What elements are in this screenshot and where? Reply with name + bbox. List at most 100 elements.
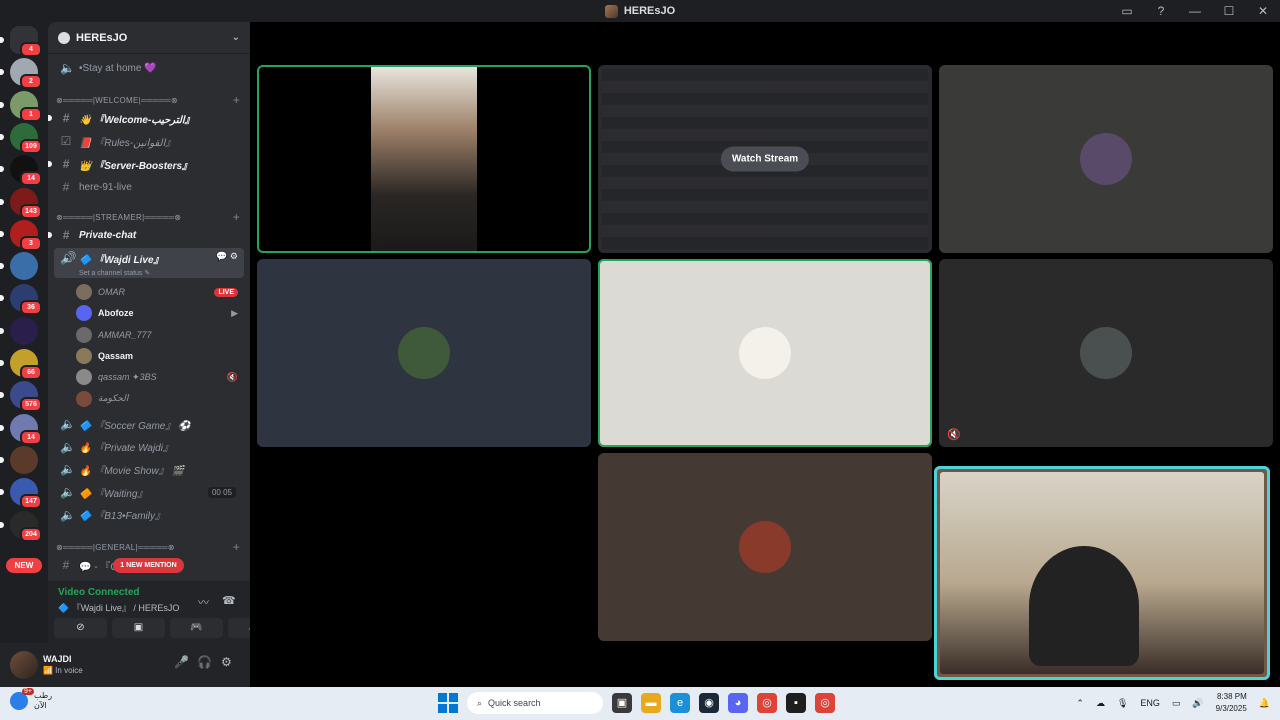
network-icon[interactable]: ▭ — [1172, 698, 1181, 709]
chevron-up-icon[interactable]: ⌃ — [1076, 698, 1084, 709]
clock[interactable]: 8:38 PM 9/3/2025 — [1216, 691, 1247, 715]
voice-user[interactable]: AMMAR_777 — [76, 325, 238, 345]
discord-icon[interactable]: ◕ — [728, 693, 748, 713]
search-box[interactable]: ⌕ Quick search — [467, 692, 603, 714]
voice-channel[interactable]: 🔈 🔶 『Waiting』 00 05 — [54, 482, 244, 502]
voice-channel[interactable]: 🔈 🔷 『Soccer Game』 ⚽ — [54, 414, 244, 434]
server-icon[interactable] — [0, 316, 38, 345]
participant-tile[interactable] — [257, 259, 591, 447]
mention-badge: 3 — [20, 235, 42, 251]
channel-stay-at-home[interactable]: 🔈 •Stay at home 💜 — [54, 58, 244, 78]
connected-channel[interactable]: 🔷 『Wajdi Live』 / HEREsJO — [58, 601, 179, 614]
server-icon[interactable]: 36 — [0, 284, 42, 316]
maximize-button[interactable]: ☐ — [1212, 4, 1246, 18]
voice-user-name: Abofoze — [98, 308, 134, 319]
chrome-icon[interactable]: ◎ — [757, 693, 777, 713]
category-general[interactable]: ⊗═════|GENERAL|═════⊗ + — [56, 540, 246, 554]
server-icon[interactable]: 14 — [0, 155, 42, 187]
server-icon[interactable]: 147 — [0, 478, 42, 510]
server-icon[interactable]: 143 — [0, 187, 42, 219]
voice-user[interactable]: qassam ✦3BS 🔇 — [76, 367, 238, 387]
server-icon[interactable]: 66 — [0, 349, 42, 380]
category-label: ⊗═════|STREAMER|═════⊗ — [56, 212, 182, 222]
file-explorer-icon[interactable]: ▬ — [641, 693, 661, 713]
notification-bell-icon[interactable]: 🔔 — [1259, 698, 1270, 709]
channel-status-prompt[interactable]: Set a channel status ✎ — [79, 269, 164, 277]
add-channel-icon[interactable]: + — [233, 210, 240, 224]
new-unreads-badge[interactable]: NEW — [6, 558, 42, 573]
voice-user[interactable]: Qassam — [76, 346, 238, 366]
connection-status[interactable]: Video Connected — [58, 587, 140, 598]
noise-suppression-icon[interactable]: 〰 — [198, 594, 209, 610]
server-icon[interactable]: 109 — [0, 122, 42, 154]
voice-user[interactable]: الحكومة — [76, 389, 238, 409]
add-channel-icon[interactable]: + — [233, 540, 240, 554]
toggle-camera-button[interactable]: ⊘ — [54, 618, 107, 638]
microphone-icon[interactable]: 🎙 — [1117, 698, 1128, 709]
voice-channel[interactable]: 🔈 🔥 『Movie Show』 🎬 — [54, 459, 244, 479]
close-button[interactable]: ✕ — [1246, 4, 1280, 18]
server-icon[interactable]: 14 — [0, 413, 42, 445]
muted-icon: 🔇 — [226, 371, 238, 382]
share-screen-button[interactable]: ▣ — [112, 618, 165, 638]
language-indicator[interactable]: ENG — [1140, 698, 1160, 708]
category-welcome[interactable]: ⊗═════|WELCOME|═════⊗ + — [56, 93, 246, 107]
chevron-down-icon[interactable]: ⌄ — [232, 32, 240, 43]
activities-button[interactable]: 🎮 — [170, 618, 223, 638]
self-camera-preview[interactable] — [934, 466, 1270, 680]
microphone-icon[interactable]: 🎤 — [174, 655, 189, 669]
server-icon[interactable]: 1 — [0, 90, 42, 122]
steam-icon[interactable]: ◉ — [699, 693, 719, 713]
server-icon[interactable]: 2 — [0, 58, 42, 90]
category-streamer[interactable]: ⊗═════|STREAMER|═════⊗ + — [56, 210, 246, 224]
participant-tile[interactable] — [598, 259, 932, 447]
channel-here-91-live[interactable]: # here-91-live — [54, 177, 244, 197]
voice-channel-wajdi-live[interactable]: 🔊 🔷 『Wajdi Live』 Set a channel status ✎ … — [54, 248, 244, 278]
app-icon[interactable]: ▪ — [786, 693, 806, 713]
participant-tile[interactable] — [598, 453, 932, 641]
channel-label: 🔷 『B13•Family』 — [79, 511, 165, 523]
server-icon[interactable] — [0, 445, 38, 474]
server-icon[interactable]: 204 — [0, 510, 42, 542]
voice-user[interactable]: OMAR LIVE — [76, 282, 238, 302]
server-icon[interactable]: 3 — [0, 219, 42, 251]
taskbar: 9+ رطب الآن ⌕ Quick search ▣ ▬ e ◉ ◕ ◎ ▪… — [0, 687, 1280, 720]
screen-share-tile[interactable]: Watch Stream — [598, 65, 932, 253]
settings-gear-icon[interactable]: ⚙ — [221, 655, 232, 669]
discord-home-icon[interactable]: 4 — [0, 26, 42, 57]
channel-private-chat[interactable]: # Private-chat — [48, 225, 244, 245]
disconnect-icon[interactable]: ☎ — [222, 594, 236, 607]
voice-channel[interactable]: 🔈 🔷 『B13•Family』 — [54, 505, 244, 525]
edge-icon[interactable]: e — [670, 693, 690, 713]
voice-channel[interactable]: 🔈 🔥 『Private Wajdi』 — [54, 437, 244, 457]
server-icon[interactable] — [0, 252, 38, 281]
clock-date: 9/3/2025 — [1215, 704, 1247, 713]
weather-icon: 9+ — [10, 688, 34, 710]
unread-indicator — [0, 327, 4, 334]
guild-header[interactable]: HEREsJO ⌄ — [48, 22, 250, 54]
mention-badge: 143 — [20, 203, 42, 219]
participant-tile[interactable]: 🔇 — [939, 259, 1273, 447]
participant-tile[interactable] — [939, 65, 1273, 253]
channel-server-boosters[interactable]: # 👑 『Server-Boosters』 — [48, 154, 244, 174]
start-button[interactable] — [438, 693, 458, 713]
channel-actions-icon[interactable]: 💬 ⚙ — [216, 251, 238, 262]
cloud-icon[interactable]: ☁ — [1096, 698, 1105, 709]
weather-widget[interactable]: 9+ رطب الآن — [10, 688, 52, 711]
voice-user[interactable]: Abofoze ▶ — [76, 303, 238, 323]
volume-icon[interactable]: 🔊 — [1192, 698, 1203, 709]
participant-tile[interactable] — [257, 65, 591, 253]
headset-icon[interactable]: 🎧 — [197, 655, 212, 669]
add-channel-icon[interactable]: + — [233, 93, 240, 107]
avatar[interactable] — [10, 651, 38, 679]
minimize-button[interactable]: — — [1178, 4, 1212, 18]
channel-welcome[interactable]: # 👋 『Welcome-الترحيب』 — [48, 108, 244, 128]
server-icon[interactable]: 576 — [0, 381, 42, 413]
watch-stream-button[interactable]: Watch Stream — [720, 146, 810, 172]
task-view-icon[interactable]: ▣ — [612, 693, 632, 713]
new-mention-badge[interactable]: 1 NEW MENTION — [113, 558, 184, 573]
inbox-icon[interactable]: ▭ — [1110, 4, 1144, 18]
help-icon[interactable]: ? — [1144, 4, 1178, 18]
chrome-profile-icon[interactable]: ◎ — [815, 693, 835, 713]
channel-rules[interactable]: ☑ 📕 『Rules-القوانين』 — [54, 131, 244, 151]
